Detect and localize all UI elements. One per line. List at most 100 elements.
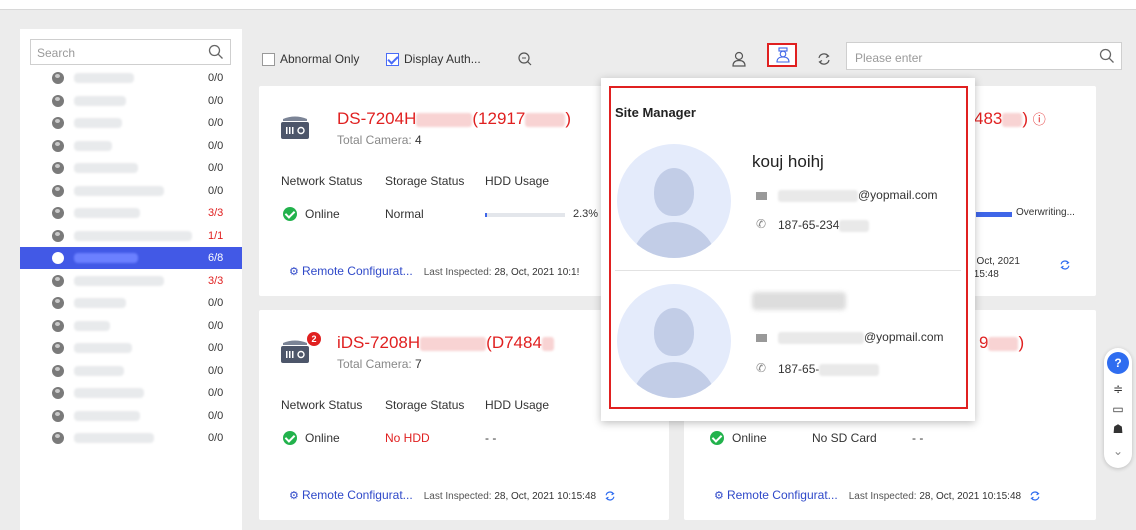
site-manager-popup: Site Manager kouj hoihj @yopmail.com ✆ 1… bbox=[601, 78, 975, 421]
site-device-count: 0/0 bbox=[208, 297, 224, 309]
chevron-down-icon[interactable]: ⌄ bbox=[1112, 444, 1124, 458]
last-inspected-value: 28, Oct, 2021 10:15:48 bbox=[919, 491, 1022, 502]
refresh-icon[interactable] bbox=[1028, 489, 1042, 503]
site-search-input[interactable]: Search bbox=[30, 39, 231, 65]
site-manager-button[interactable] bbox=[767, 43, 797, 67]
storage-status-value: No SD Card bbox=[812, 431, 877, 445]
site-list-item[interactable]: 6/8 bbox=[20, 247, 242, 269]
redacted-site-name bbox=[74, 118, 122, 128]
site-list-item[interactable]: 3/3 bbox=[20, 270, 242, 292]
manager-phone: 187-65-234 bbox=[778, 218, 870, 232]
refresh-icon[interactable] bbox=[815, 50, 833, 68]
site-device-count: 0/0 bbox=[208, 94, 224, 107]
last-inspected-label: Last Inspected: bbox=[423, 267, 492, 278]
site-device-count: 0/0 bbox=[208, 364, 224, 377]
user-icon[interactable] bbox=[730, 50, 748, 68]
manager-name: kouj hoihj bbox=[752, 152, 824, 171]
site-list-item[interactable]: 0/0 bbox=[20, 112, 242, 134]
site-list-item[interactable]: 0/0 bbox=[20, 382, 242, 404]
checkbox-box[interactable] bbox=[262, 52, 275, 66]
globe-icon bbox=[52, 139, 64, 152]
remote-configuration-link[interactable]: Remote Configurat... bbox=[302, 488, 413, 502]
warning-circle-icon[interactable]: ⓘ bbox=[1033, 112, 1046, 127]
network-status-value: Online bbox=[732, 431, 767, 445]
display-auth-checkbox[interactable]: Display Auth... bbox=[386, 50, 481, 68]
network-status-label: Network Status bbox=[281, 398, 363, 412]
refresh-icon[interactable] bbox=[603, 489, 617, 503]
last-inspected-value: 28, Oct, 2021 10:15:48 bbox=[494, 491, 597, 502]
top-border bbox=[0, 0, 1136, 10]
card-footer: ⚙ Remote Configurat... Last Inspected: 2… bbox=[289, 264, 579, 278]
globe-icon bbox=[52, 297, 64, 309]
redacted-site-name bbox=[74, 365, 124, 376]
dvr-device-icon bbox=[281, 116, 309, 139]
card-footer: ⚙ Remote Configurat... Last Inspected: 2… bbox=[289, 488, 617, 503]
globe-icon bbox=[52, 387, 64, 399]
last-inspected-label: Last Inspected: bbox=[423, 491, 492, 502]
site-sidebar: Search 0/0 0/0 0/0 0/0 0/0 0/0 3/3 1/1 6/8 3/3 0/0… bbox=[20, 29, 242, 530]
redacted-text bbox=[778, 331, 864, 344]
site-list-item[interactable]: 0/0 bbox=[20, 405, 242, 427]
site-list-item[interactable]: 0/0 bbox=[20, 135, 242, 157]
site-device-count: 0/0 bbox=[208, 184, 224, 197]
refresh-icon[interactable] bbox=[1058, 258, 1072, 272]
site-list-item[interactable]: 0/0 bbox=[20, 157, 242, 179]
device-name-prefix: DS-7204H bbox=[337, 109, 417, 128]
online-check-icon bbox=[283, 431, 297, 445]
device-name[interactable]: 9) bbox=[979, 333, 1024, 353]
adjust-icon[interactable]: ≑ bbox=[1112, 382, 1124, 396]
redacted-text bbox=[819, 363, 880, 376]
site-list-item[interactable]: 3/3 bbox=[20, 202, 242, 224]
site-manager-icon bbox=[776, 47, 790, 63]
top-search-input[interactable]: Please enter bbox=[846, 42, 1122, 70]
device-name[interactable]: DS-7204H (12917) bbox=[337, 109, 571, 129]
abnormal-only-checkbox[interactable]: Abnormal Only bbox=[262, 50, 359, 68]
redacted-site-name bbox=[74, 410, 140, 421]
hdd-usage-percent: 2.3% bbox=[573, 208, 599, 220]
gear-icon[interactable]: ⚙ bbox=[289, 266, 299, 278]
search-icon[interactable] bbox=[208, 44, 224, 60]
redacted-site-name bbox=[74, 253, 138, 263]
remote-configuration-link[interactable]: Remote Configurat... bbox=[727, 488, 838, 502]
abnormal-only-label: Abnormal Only bbox=[280, 52, 360, 66]
site-list-item[interactable]: 1/1 bbox=[20, 225, 242, 247]
gear-icon[interactable]: ⚙ bbox=[289, 490, 299, 502]
site-list-item[interactable]: 0/0 bbox=[20, 337, 242, 359]
site-list-item[interactable]: 0/0 bbox=[20, 360, 242, 382]
site-list-item[interactable]: 0/0 bbox=[20, 90, 242, 112]
gear-icon[interactable]: ⚙ bbox=[714, 490, 724, 502]
hdd-usage-value: - - bbox=[912, 431, 924, 445]
redacted-text bbox=[541, 336, 554, 351]
last-inspected-line1: , Oct, 2021 bbox=[971, 256, 1020, 267]
search-icon[interactable] bbox=[1099, 48, 1115, 64]
redacted-site-name bbox=[74, 208, 140, 218]
redacted-site-name bbox=[74, 73, 134, 83]
device-icon[interactable]: ▭ bbox=[1112, 402, 1124, 416]
help-icon[interactable]: ? bbox=[1107, 352, 1129, 374]
site-list-item[interactable]: 0/0 bbox=[20, 67, 242, 89]
site-device-count: 0/0 bbox=[208, 319, 224, 332]
hdd-usage-value: - - bbox=[485, 431, 497, 445]
usage-bar bbox=[976, 212, 1012, 217]
last-inspected: Last Inspected: 28, Oct, 2021 10:15:48 bbox=[424, 491, 596, 502]
site-list-item[interactable]: 0/0 bbox=[20, 292, 242, 314]
mail-icon bbox=[756, 334, 767, 342]
remote-configuration-link[interactable]: Remote Configurat... bbox=[302, 264, 413, 278]
redacted-text bbox=[416, 112, 473, 127]
site-list-item[interactable]: 0/0 bbox=[20, 427, 242, 449]
device-name-serial: (D7484 bbox=[486, 333, 542, 352]
device-name[interactable]: iDS-7208H (D7484 bbox=[337, 333, 554, 353]
device-name[interactable]: 483) ⓘ bbox=[974, 109, 1046, 129]
site-device-count: 0/0 bbox=[208, 432, 224, 444]
site-device-count: 0/0 bbox=[208, 409, 224, 422]
storage-status-label: Storage Status bbox=[385, 398, 465, 412]
redacted-site-name bbox=[74, 343, 132, 353]
checkbox-box-checked[interactable] bbox=[386, 52, 399, 66]
total-camera: Total Camera: 4 bbox=[337, 133, 422, 147]
site-list-item[interactable]: 0/0 bbox=[20, 180, 242, 202]
redacted-text bbox=[1002, 112, 1023, 127]
site-list-item[interactable]: 0/0 bbox=[20, 315, 242, 337]
zoom-search-icon[interactable] bbox=[516, 50, 534, 68]
robot-icon[interactable]: ☗ bbox=[1112, 422, 1124, 436]
display-auth-label: Display Auth... bbox=[404, 52, 481, 66]
